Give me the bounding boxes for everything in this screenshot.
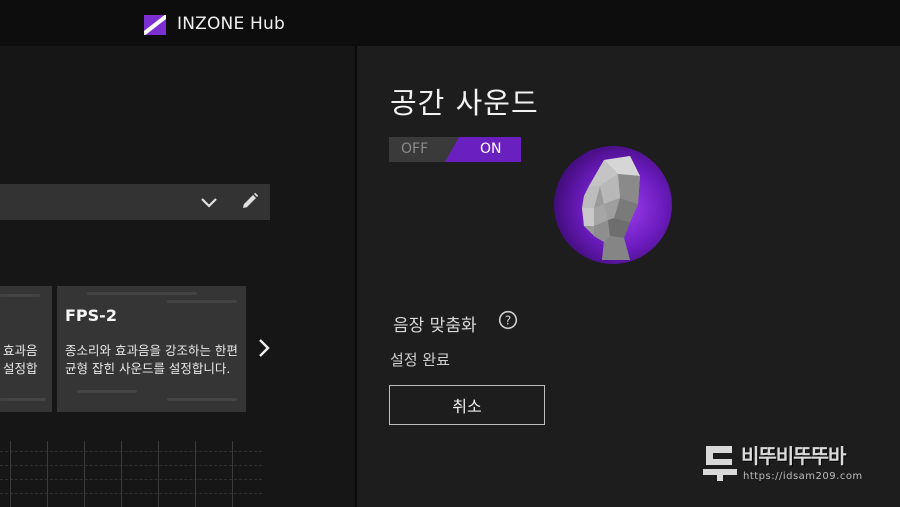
preset-card-desc-line: 설정합 (3, 361, 38, 376)
preset-card-desc-line: 효과음 (3, 343, 38, 358)
left-pane: 효과음 설정합 FPS-2 종소리와 효과음을 강조하는 한편 균형 잡힌 사운… (0, 46, 355, 507)
status-text: 설정 완료 (390, 351, 450, 369)
watermark-url: https://idsam209.com (743, 471, 863, 482)
preset-card-partial[interactable]: 효과음 설정합 (0, 286, 52, 412)
svg-text:?: ? (505, 313, 511, 327)
preset-card-fps-2[interactable]: FPS-2 종소리와 효과음을 강조하는 한편 균형 잡힌 사운드를 설정합니다… (57, 286, 246, 412)
toggle-on-label[interactable]: ON (480, 141, 502, 157)
chevron-right-icon[interactable] (255, 337, 273, 359)
chevron-down-icon[interactable] (199, 192, 219, 212)
watermark-logo-icon (703, 446, 737, 481)
eq-grid (0, 441, 262, 507)
preset-card-desc: 종소리와 효과음을 강조하는 한편 균형 잡힌 사운드를 설정합니다. (65, 343, 238, 376)
watermark: 비뚜비뚜뚜바 https://idsam209.com (703, 438, 883, 488)
head-3d-image (554, 146, 672, 264)
app-title: INZONE Hub (177, 14, 285, 34)
sound-field-optimization-label: 음장 맞춤화 (393, 316, 477, 336)
toggle-off-label[interactable]: OFF (401, 141, 428, 157)
pencil-icon[interactable] (241, 192, 259, 210)
spatial-sound-toggle[interactable]: OFF ON (389, 137, 521, 162)
inzone-logo-icon (144, 15, 166, 35)
preset-card-title: FPS-2 (65, 306, 117, 325)
title-bar: INZONE Hub (0, 0, 900, 46)
section-title: 공간 사운드 (390, 86, 539, 120)
watermark-text: 비뚜비뚜뚜바 (741, 444, 846, 468)
question-circle-icon[interactable]: ? (498, 310, 518, 330)
preset-dropdown[interactable] (0, 184, 270, 220)
cancel-button[interactable]: 취소 (389, 385, 545, 425)
